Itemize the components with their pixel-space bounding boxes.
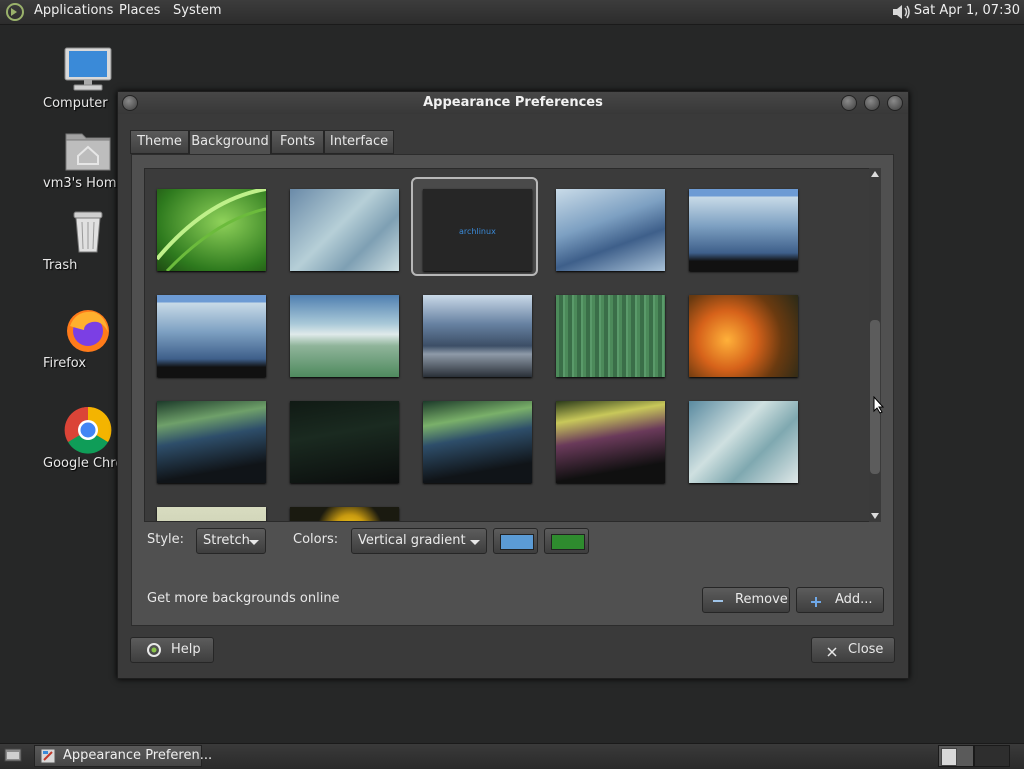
plus-icon — [811, 596, 821, 607]
chevron-down-icon — [470, 540, 480, 545]
close-button[interactable]: Close — [811, 637, 895, 663]
trash-icon — [62, 208, 114, 256]
applications-menu[interactable]: Applications — [34, 3, 113, 18]
wallpaper-thumbnail[interactable] — [689, 401, 798, 483]
system-menu[interactable]: System — [173, 3, 221, 18]
minimize-button[interactable] — [841, 95, 857, 111]
minus-icon — [713, 600, 723, 602]
scroll-down-arrow-icon[interactable] — [871, 513, 879, 519]
remove-label: Remove — [735, 592, 788, 607]
top-panel: Applications Places System Sat Apr 1, 07… — [0, 0, 1024, 25]
help-icon — [147, 643, 161, 657]
firefox-icon — [62, 306, 114, 354]
taskbar-item-label: Appearance Preferen... — [63, 748, 213, 763]
wallpaper-thumbnail[interactable] — [155, 187, 267, 273]
wallpaper-thumbnail[interactable] — [290, 507, 399, 521]
primary-color-swatch — [500, 534, 534, 550]
desktop-icon-label: Trash — [43, 258, 78, 273]
chrome-icon — [62, 406, 114, 454]
home-folder-icon — [62, 126, 114, 174]
wallpaper-thumbnail[interactable] — [689, 189, 798, 271]
secondary-color-swatch — [551, 534, 585, 550]
get-more-backgrounds-link[interactable]: Get more backgrounds online — [147, 591, 340, 606]
wallpaper-thumbnail[interactable] — [290, 189, 399, 271]
style-label: Style: — [147, 532, 185, 547]
style-dropdown[interactable]: Stretch — [196, 528, 266, 554]
tab-interface[interactable]: Interface — [324, 130, 394, 154]
desktop-icon-computer[interactable]: Computer — [43, 46, 133, 111]
wallpaper-thumbnail[interactable] — [556, 401, 665, 483]
close-label: Close — [848, 642, 884, 657]
wallpaper-thumbnail[interactable] — [290, 401, 399, 483]
secondary-color-button[interactable] — [544, 528, 589, 554]
taskbar-item-appearance-preferences[interactable]: Appearance Preferen... — [34, 745, 212, 767]
add-button[interactable]: Add... — [796, 587, 884, 613]
computer-icon — [62, 46, 114, 94]
chevron-down-icon — [249, 540, 259, 545]
clock[interactable]: Sat Apr 1, 07:30 — [914, 3, 1020, 18]
wallpaper-thumbnail[interactable] — [157, 295, 266, 377]
scroll-up-arrow-icon[interactable] — [871, 171, 879, 177]
style-value: Stretch — [203, 533, 250, 548]
wallpaper-thumbnail[interactable] — [556, 295, 665, 377]
tab-fonts[interactable]: Fonts — [271, 130, 324, 154]
volume-icon[interactable] — [890, 2, 912, 22]
wallpaper-thumbnail[interactable] — [157, 507, 266, 521]
wallpaper-thumbnail[interactable] — [290, 295, 399, 377]
desktop-icon-label: Firefox — [43, 356, 87, 371]
workspace-2[interactable] — [974, 745, 1010, 767]
wallpaper-thumbnail-selected[interactable]: archlinux — [423, 189, 532, 271]
close-window-button[interactable] — [887, 95, 903, 111]
remove-button[interactable]: Remove — [702, 587, 790, 613]
mouse-cursor-icon — [873, 396, 885, 414]
places-menu[interactable]: Places — [119, 3, 160, 18]
arch-logo-text: archlinux — [459, 227, 496, 236]
desktop-icon-label: vm3's Hom — [43, 176, 117, 191]
wallpaper-thumbnail[interactable] — [157, 401, 266, 483]
colors-label: Colors: — [293, 532, 339, 547]
primary-color-button[interactable] — [493, 528, 538, 554]
bottom-panel: Appearance Preferen... — [0, 743, 1024, 769]
add-label: Add... — [835, 592, 873, 607]
appearance-preferences-window: Appearance Preferences Theme Background … — [117, 91, 909, 679]
help-button[interactable]: Help — [130, 637, 214, 663]
background-panel: archlinux Style: Stretch Colors: Vertica… — [131, 154, 894, 626]
close-icon — [827, 646, 837, 657]
tab-theme[interactable]: Theme — [130, 130, 189, 154]
wallpaper-grid[interactable]: archlinux — [144, 168, 870, 522]
colors-dropdown[interactable]: Vertical gradient — [351, 528, 487, 554]
window-title: Appearance Preferences — [423, 95, 603, 110]
maximize-button[interactable] — [864, 95, 880, 111]
window-titlebar[interactable]: Appearance Preferences — [118, 92, 908, 114]
appearance-app-icon — [40, 748, 56, 764]
wallpaper-thumbnail[interactable] — [556, 189, 665, 271]
workspace-1[interactable] — [938, 745, 974, 767]
tab-background[interactable]: Background — [189, 130, 271, 156]
show-desktop-icon[interactable] — [4, 747, 22, 763]
wallpaper-thumbnail[interactable] — [689, 295, 798, 377]
wallpaper-scrollbar[interactable] — [869, 168, 881, 522]
help-label: Help — [171, 642, 201, 657]
wallpaper-thumbnail[interactable] — [423, 295, 532, 377]
desktop-icon-label: Computer — [43, 96, 108, 111]
desktop-icon-label: Google Chro — [43, 456, 124, 471]
colors-value: Vertical gradient — [358, 533, 466, 548]
os-logo-icon[interactable] — [5, 2, 25, 22]
wallpaper-thumbnail[interactable] — [423, 401, 532, 483]
